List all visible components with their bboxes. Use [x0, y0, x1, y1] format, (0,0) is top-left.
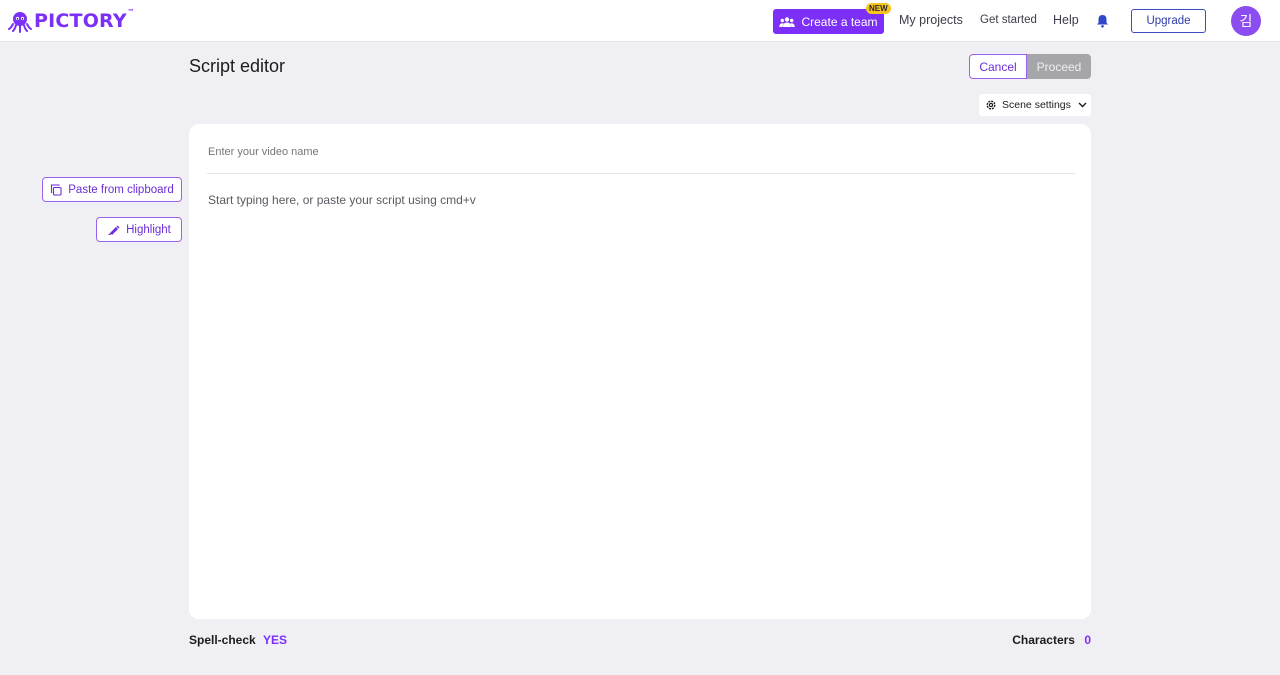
editor-actions: Cancel Proceed	[969, 54, 1091, 79]
top-navbar: PICTORY ™ Create a team NEW My projects …	[0, 0, 1280, 42]
trademark: ™	[127, 9, 134, 15]
script-editor-card: Start typing here, or paste your script …	[189, 124, 1091, 619]
divider	[207, 173, 1075, 174]
highlight-button[interactable]: Highlight	[96, 217, 182, 242]
marker-icon	[108, 225, 120, 235]
characters-label: Characters	[1012, 633, 1075, 647]
create-team-label: Create a team	[801, 14, 878, 29]
paste-from-clipboard-button[interactable]: Paste from clipboard	[42, 177, 182, 202]
video-name-input[interactable]	[208, 146, 1074, 158]
pictory-logo[interactable]: PICTORY ™	[8, 7, 134, 35]
chevron-down-icon	[1078, 102, 1087, 108]
characters-value: 0	[1084, 633, 1091, 647]
bell-icon[interactable]	[1096, 14, 1109, 28]
nav-get-started[interactable]: Get started	[980, 14, 1037, 26]
page-title: Script editor	[189, 56, 286, 76]
octopus-logo-icon	[8, 12, 32, 33]
nav-help[interactable]: Help	[1053, 13, 1079, 27]
scene-settings-dropdown[interactable]: Scene settings	[979, 94, 1091, 116]
spell-check-toggle[interactable]: YES	[263, 633, 287, 647]
people-icon	[779, 16, 796, 27]
paste-label: Paste from clipboard	[68, 183, 174, 196]
copy-icon	[51, 183, 62, 196]
spell-check-label: Spell-check	[189, 633, 256, 647]
nav-my-projects[interactable]: My projects	[899, 13, 963, 27]
new-badge: NEW	[866, 3, 891, 14]
proceed-button[interactable]: Proceed	[1027, 54, 1091, 79]
cancel-button[interactable]: Cancel	[969, 54, 1027, 79]
upgrade-button[interactable]: Upgrade	[1131, 9, 1206, 33]
script-textarea[interactable]: Start typing here, or paste your script …	[208, 193, 1074, 207]
spell-check-status: Spell-check YES	[189, 633, 287, 647]
scene-settings-label: Scene settings	[1002, 99, 1071, 111]
brand-name: PICTORY	[34, 10, 127, 32]
user-avatar[interactable]: 김	[1231, 6, 1261, 36]
character-count: Characters 0	[1012, 633, 1091, 647]
gear-icon	[986, 100, 996, 110]
highlight-label: Highlight	[126, 223, 171, 236]
